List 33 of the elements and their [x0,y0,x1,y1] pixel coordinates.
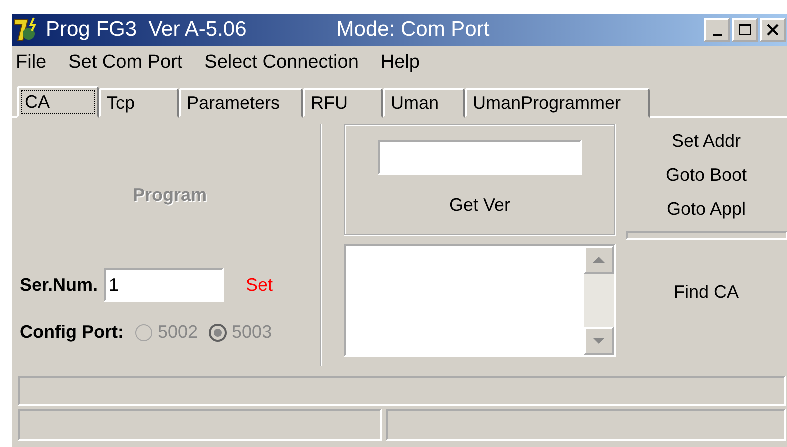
window-title: Prog FG3 Ver A-5.06 [46,18,247,42]
maximize-icon [738,23,752,37]
down-arrow-icon [592,337,606,345]
menu-item[interactable]: Set Com Port [68,52,183,76]
mode-label: Mode: Com Port [336,18,490,42]
close-button[interactable] [760,18,786,42]
find-button[interactable]: Find CA [670,280,744,305]
log-list[interactable] [344,244,616,357]
command-button[interactable]: Goto Boot [662,158,752,192]
scroll-down-button[interactable] [584,327,614,355]
tab[interactable]: Tcp [99,88,179,118]
config-port-label: Config Port: [20,322,124,343]
serial-number-field[interactable]: 1 [104,268,224,302]
command-button[interactable]: Goto Appl [662,192,750,226]
version-field[interactable] [378,140,582,175]
tab[interactable]: Uman [383,88,465,118]
menu-item[interactable]: Help [380,52,420,76]
scroll-up-button[interactable] [584,246,614,274]
menu-item[interactable]: Select Connection [204,52,359,76]
scrollbar[interactable] [584,246,614,355]
tab[interactable]: CA [17,86,99,118]
serial-number-label: Ser.Num. [20,274,98,296]
minimize-icon [712,34,722,36]
close-icon [766,23,780,37]
get-version-button[interactable]: Get Ver [445,193,515,218]
tab[interactable]: UmanProgrammer [465,88,650,118]
up-arrow-icon [592,256,606,264]
maximize-button[interactable] [732,18,758,42]
command-button[interactable]: Set Addr [668,124,746,158]
minimize-button[interactable] [704,18,730,42]
tab[interactable]: Parameters [179,88,303,118]
tab[interactable]: RFU [303,88,383,118]
menu-item[interactable]: File [16,52,47,76]
